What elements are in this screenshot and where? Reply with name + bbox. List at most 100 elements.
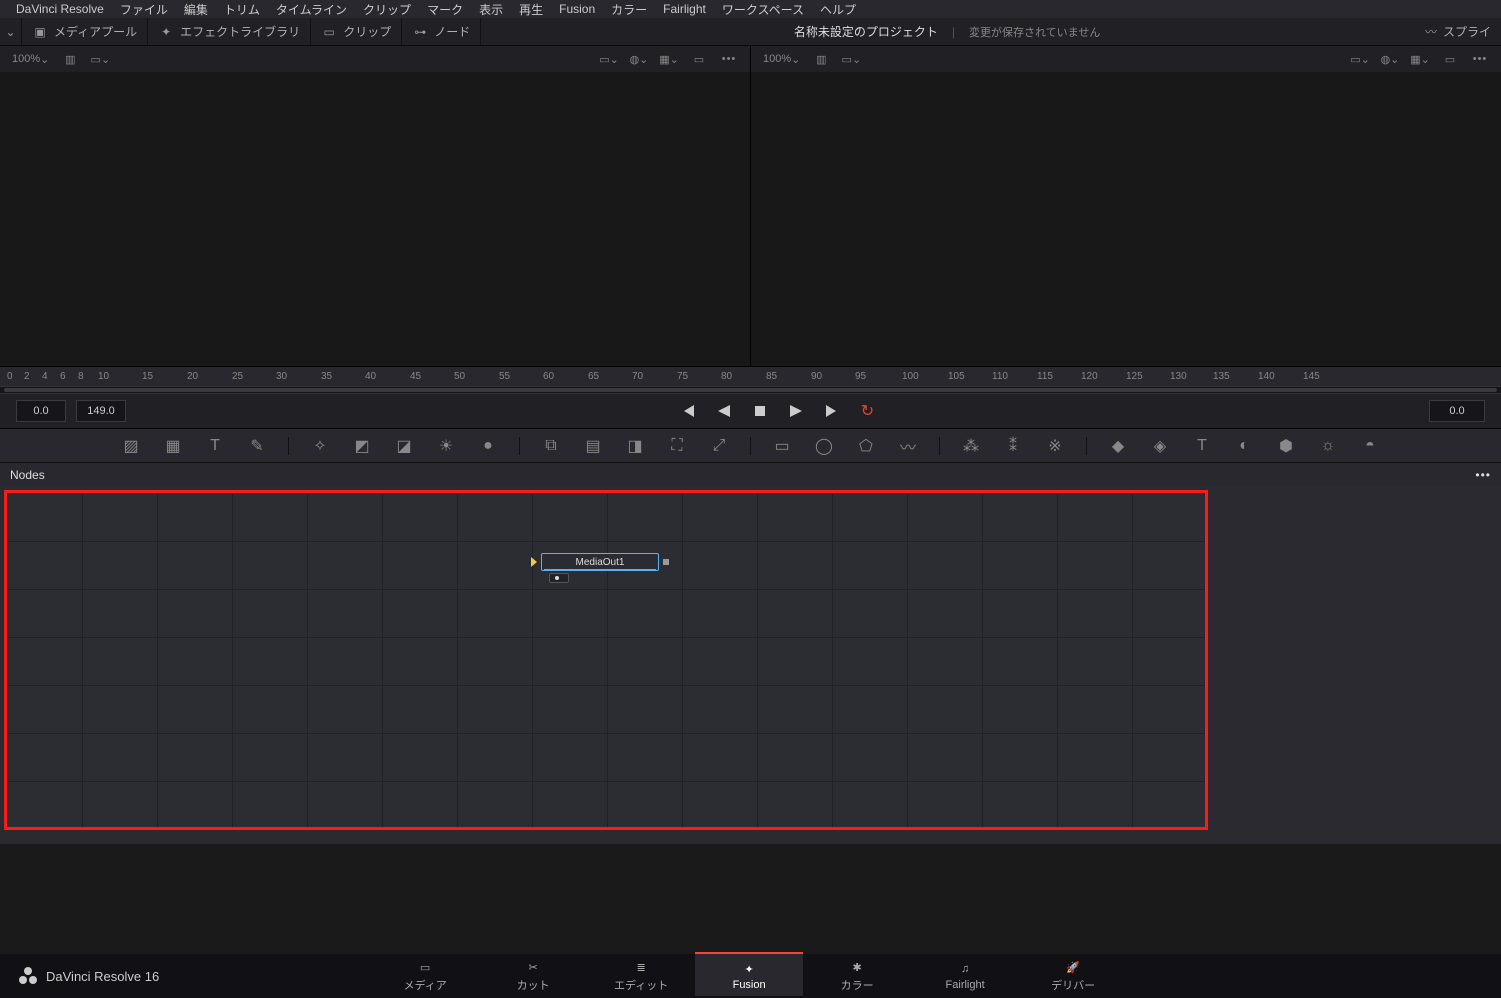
ruler-tick: 130	[1170, 371, 1187, 382]
fairlight-icon: ♫	[961, 961, 969, 977]
globe-icon[interactable]: ◍⌄	[626, 49, 652, 69]
left-viewer-content[interactable]	[0, 72, 750, 366]
menu-item[interactable]: タイムライン	[268, 1, 355, 18]
tab-deliver[interactable]: 🚀デリバー	[1019, 954, 1127, 998]
menu-item[interactable]: マーク	[419, 1, 471, 18]
rect-icon[interactable]: ▭⌄	[1347, 49, 1373, 69]
ellipse-mask-icon[interactable]: ◯	[813, 435, 835, 457]
menu-item[interactable]: DaVinci Resolve	[8, 2, 112, 16]
prender-tool-icon[interactable]: ⁑	[1002, 435, 1024, 457]
transform-tool-icon[interactable]: ⤢	[708, 435, 730, 457]
media-icon: ▭	[420, 959, 430, 975]
right-viewer-content[interactable]	[751, 72, 1501, 366]
renderer3d-tool-icon[interactable]: ⬢	[1275, 435, 1297, 457]
range-end[interactable]: 149.0	[76, 400, 126, 422]
ruler-tick: 40	[365, 371, 376, 382]
pemitter-tool-icon[interactable]: ※	[1044, 435, 1066, 457]
particles-tool-icon[interactable]: ⁂	[960, 435, 982, 457]
tab-color[interactable]: ✱カラー	[803, 954, 911, 998]
timeline-scrollbar[interactable]	[0, 386, 1501, 394]
layout-icon[interactable]: ▭⌄	[838, 49, 864, 69]
menu-item[interactable]: ヘルプ	[812, 1, 864, 18]
fusion-icon: ✦	[745, 961, 754, 977]
menu-item[interactable]: Fusion	[551, 2, 603, 16]
nodes-panel-header: Nodes •••	[0, 462, 1501, 486]
split-view-icon[interactable]: ▥	[808, 49, 834, 69]
menu-item[interactable]: 編集	[176, 1, 216, 18]
tab-cut[interactable]: ✂カット	[479, 954, 587, 998]
paint-tool-icon[interactable]: ✎	[246, 435, 268, 457]
shape3d-tool-icon[interactable]: ◈	[1149, 435, 1171, 457]
tab-media[interactable]: ▭メディア	[371, 954, 479, 998]
effects-library-button[interactable]: ✦ エフェクトライブラリ	[148, 18, 311, 45]
node-input-icon[interactable]	[531, 557, 537, 567]
blur-tool-icon[interactable]: ●	[477, 435, 499, 457]
play-button[interactable]	[786, 401, 806, 421]
left-viewer: 100%⌄ ▥ ▭⌄ ▭⌄ ◍⌄ ▦⌄ ▭ •••	[0, 46, 750, 366]
last-frame-button[interactable]	[822, 401, 842, 421]
more-icon[interactable]: •••	[716, 49, 742, 69]
current-time[interactable]: 0.0	[1429, 400, 1485, 422]
menu-item[interactable]: Fairlight	[655, 2, 714, 16]
timeline-ruler[interactable]: 0246810152025303540455055606570758085909…	[0, 366, 1501, 386]
nodes-options-icon[interactable]: •••	[1475, 468, 1491, 482]
nodes-panel[interactable]: MediaOut1	[0, 486, 1501, 844]
tab-edit[interactable]: ≣エディット	[587, 954, 695, 998]
media-pool-button[interactable]: ▣ メディアプール	[22, 18, 148, 45]
node-view-indicator[interactable]	[549, 573, 569, 583]
loop-button[interactable]: ↻	[858, 401, 878, 421]
resize-tool-icon[interactable]: ⛶	[666, 435, 688, 457]
mattecontrol-tool-icon[interactable]: ▤	[582, 435, 604, 457]
grid-icon[interactable]: ▦⌄	[656, 49, 682, 69]
tab-fusion[interactable]: ✦Fusion	[695, 952, 803, 996]
colorcorrector-tool-icon[interactable]: ◩	[351, 435, 373, 457]
nodes-button[interactable]: ⊶ ノード	[402, 18, 481, 45]
channelboolean-tool-icon[interactable]: ◨	[624, 435, 646, 457]
menu-item[interactable]: 表示	[471, 1, 511, 18]
menu-item[interactable]: クリップ	[355, 1, 419, 18]
page-tab-bar: DaVinci Resolve 16 ▭メディア✂カット≣エディット✦Fusio…	[0, 954, 1501, 998]
huecurves-tool-icon[interactable]: ◪	[393, 435, 415, 457]
light-tool-icon[interactable]: ☼	[1317, 435, 1339, 457]
menu-item[interactable]: ワークスペース	[714, 1, 812, 18]
frame-icon[interactable]: ▭	[1437, 49, 1463, 69]
layout-icon[interactable]: ▭⌄	[87, 49, 113, 69]
brightness-tool-icon[interactable]: ☀	[435, 435, 457, 457]
merge3d-tool-icon[interactable]: ◓	[1359, 435, 1381, 457]
tab-fairlight[interactable]: ♫Fairlight	[911, 954, 1019, 998]
zoom-dropdown[interactable]: 100%⌄	[759, 49, 804, 69]
background-tool-icon[interactable]: ▨	[120, 435, 142, 457]
zoom-dropdown[interactable]: 100%⌄	[8, 49, 53, 69]
ruler-tick: 35	[321, 371, 332, 382]
rectangle-mask-icon[interactable]: ▭	[771, 435, 793, 457]
play-reverse-button[interactable]	[714, 401, 734, 421]
menu-item[interactable]: カラー	[603, 1, 655, 18]
menu-item[interactable]: 再生	[511, 1, 551, 18]
more-icon[interactable]: •••	[1467, 49, 1493, 69]
frame-icon[interactable]: ▭	[686, 49, 712, 69]
text3d-tool-icon[interactable]: T	[1191, 435, 1213, 457]
range-start[interactable]: 0.0	[16, 400, 66, 422]
globe-icon[interactable]: ◍⌄	[1377, 49, 1403, 69]
menu-item[interactable]: トリム	[216, 1, 268, 18]
imageplane3d-tool-icon[interactable]: ◆	[1107, 435, 1129, 457]
text-tool-icon[interactable]: T	[204, 435, 226, 457]
node-output-icon[interactable]	[663, 559, 669, 565]
fastnoise-tool-icon[interactable]: ▦	[162, 435, 184, 457]
camera3d-tool-icon[interactable]: ◐	[1233, 435, 1255, 457]
split-view-icon[interactable]: ▥	[57, 49, 83, 69]
rect-icon[interactable]: ▭⌄	[596, 49, 622, 69]
expand-toggle[interactable]: ⌄	[0, 18, 22, 45]
ruler-tick: 145	[1303, 371, 1320, 382]
clips-button[interactable]: ▭ クリップ	[311, 18, 402, 45]
first-frame-button[interactable]	[678, 401, 698, 421]
stop-button[interactable]	[750, 401, 770, 421]
menu-item[interactable]: ファイル	[112, 1, 176, 18]
node-mediaout1[interactable]: MediaOut1	[541, 553, 659, 571]
merge-tool-icon[interactable]: ⧉	[540, 435, 562, 457]
bspline-mask-icon[interactable]: 〰	[897, 435, 919, 457]
grid-icon[interactable]: ▦⌄	[1407, 49, 1433, 69]
polygon-mask-icon[interactable]: ⬠	[855, 435, 877, 457]
spline-button[interactable]: 〰 スプライ	[1413, 23, 1501, 40]
tracker-tool-icon[interactable]: ✧	[309, 435, 331, 457]
